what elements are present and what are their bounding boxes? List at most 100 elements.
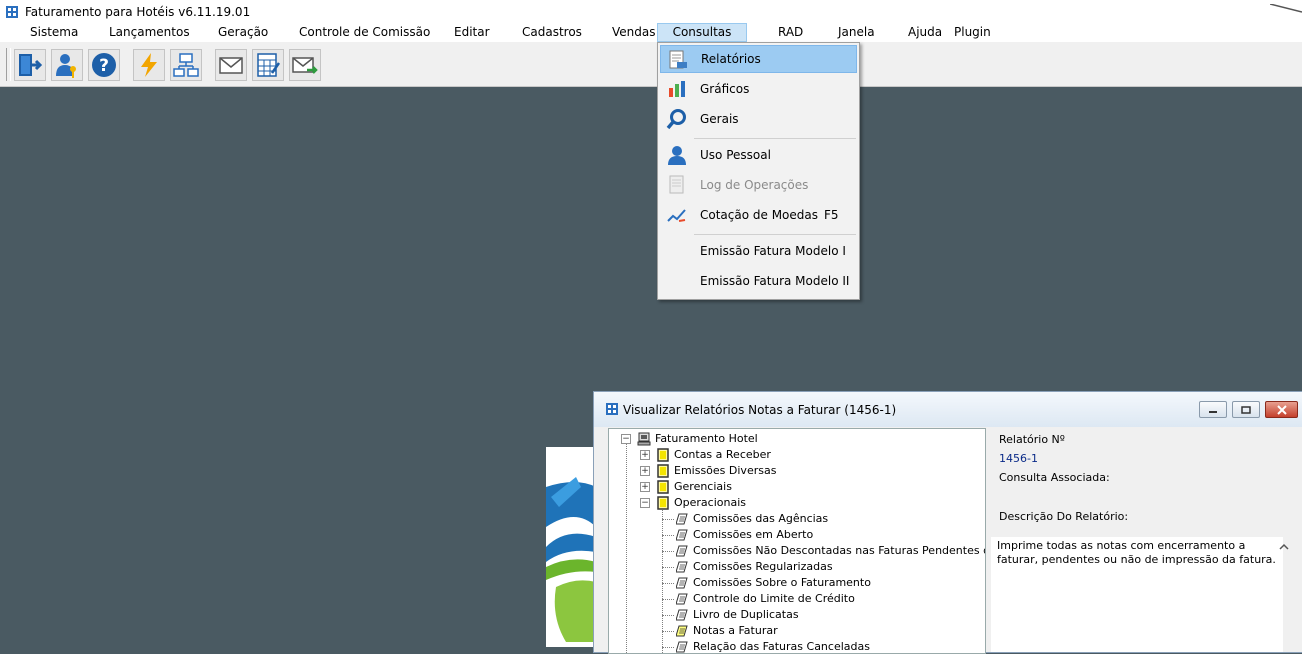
menu-item-shortcut: F5 [824, 208, 839, 222]
exit-icon [19, 54, 43, 76]
report-doc-icon [676, 561, 688, 573]
menu-item-relatorios[interactable]: Relatórios [660, 45, 857, 73]
tree-node-label: Notas a Faturar [693, 624, 778, 637]
menu-item-label: Cotação de Moedas [700, 208, 819, 222]
magnifier-icon [666, 109, 686, 130]
close-icon [1276, 404, 1287, 415]
menu-controle-de-comissao[interactable]: Controle de Comissão [297, 24, 432, 41]
user-key-icon [56, 54, 76, 78]
window-edge-decoration [1270, 4, 1302, 13]
expand-toggle[interactable]: + [640, 466, 650, 476]
menu-consultas[interactable]: Consultas [657, 23, 747, 42]
description-textbox[interactable]: Imprime todas as notas com encerramento … [991, 537, 1283, 652]
app-title: Faturamento para Hotéis v6.11.19.01 [25, 4, 251, 19]
report-doc-selected-icon [676, 625, 688, 637]
report-doc-icon [676, 545, 688, 557]
mail-forward-button[interactable] [289, 49, 321, 81]
report-window-title-bar[interactable]: Visualizar Relatórios Notas a Faturar (1… [594, 392, 1302, 427]
minimize-button[interactable] [1199, 401, 1227, 418]
report-doc-icon [676, 609, 688, 621]
menu-lancamentos[interactable]: Lançamentos [107, 24, 192, 41]
menu-vendas[interactable]: Vendas [610, 24, 658, 41]
palm-logo-image [546, 477, 596, 642]
process-button[interactable] [133, 49, 165, 81]
tree-node-label: Faturamento Hotel [655, 432, 758, 445]
menu-item-label: Relatórios [701, 52, 761, 66]
report-doc-icon [676, 513, 688, 525]
mail-forward-icon [292, 57, 318, 74]
help-icon: ? [92, 53, 116, 77]
menu-item-emissao-fatura-modelo-2[interactable]: Emissão Fatura Modelo II [660, 267, 857, 295]
help-button[interactable]: ? [88, 49, 120, 81]
menu-item-label: Log de Operações [700, 178, 809, 192]
mail-button[interactable] [215, 49, 247, 81]
toolbar-grip[interactable] [6, 48, 11, 81]
tree-guide-line [626, 443, 627, 653]
tree-node-label: Operacionais [674, 496, 747, 509]
tree-node-label: Comissões Sobre o Faturamento [693, 576, 871, 589]
menu-item-label: Uso Pessoal [700, 148, 771, 162]
report-viewer-window: Visualizar Relatórios Notas a Faturar (1… [593, 391, 1302, 654]
tree-node-label: Controle do Limite de Crédito [693, 592, 855, 605]
tree-node-label: Comissões Regularizadas [693, 560, 833, 573]
menu-bar: Sistema Lançamentos Geração Controle de … [0, 23, 1302, 43]
folder-icon [657, 480, 669, 494]
menu-separator [694, 138, 856, 139]
log-icon [669, 175, 684, 194]
report-icon [669, 50, 687, 69]
collapse-toggle[interactable]: − [621, 434, 631, 444]
user-access-button[interactable] [51, 49, 83, 81]
report-window-title: Visualizar Relatórios Notas a Faturar (1… [623, 403, 897, 417]
menu-item-cotacao-de-moedas[interactable]: Cotação de Moedas F5 [660, 201, 857, 229]
folder-icon [657, 464, 669, 478]
scroll-up-icon[interactable] [1279, 542, 1289, 552]
folder-icon [657, 496, 669, 510]
report-tree[interactable]: − Faturamento Hotel + Contas a Receber +… [608, 428, 986, 654]
menu-plugin[interactable]: Plugin [952, 24, 993, 41]
tree-node-label: Contas a Receber [674, 448, 771, 461]
expand-toggle[interactable]: + [640, 482, 650, 492]
person-icon [668, 146, 686, 165]
minimize-icon [1209, 410, 1217, 413]
report-doc-icon [676, 641, 688, 653]
menu-sistema[interactable]: Sistema [28, 24, 80, 41]
menu-item-graficos[interactable]: Gráficos [660, 75, 857, 103]
lightning-icon [141, 53, 157, 77]
menu-item-label: Emissão Fatura Modelo II [700, 274, 850, 288]
exit-button[interactable] [14, 49, 46, 81]
background-logo [546, 447, 596, 647]
currency-chart-icon [667, 209, 686, 222]
menu-geracao[interactable]: Geração [216, 24, 270, 41]
close-button[interactable] [1265, 401, 1298, 418]
menu-cadastros[interactable]: Cadastros [520, 24, 584, 41]
restore-button[interactable] [1232, 401, 1260, 418]
consultas-dropdown-menu: Relatórios Gráficos Gerais Uso Pessoal L… [657, 42, 860, 300]
menu-editar[interactable]: Editar [452, 24, 492, 41]
menu-janela[interactable]: Janela [836, 24, 877, 41]
menu-item-label: Gerais [700, 112, 739, 126]
report-doc-icon [676, 593, 688, 605]
expand-toggle[interactable]: + [640, 450, 650, 460]
calculator-button[interactable] [252, 49, 284, 81]
tree-node-label: Livro de Duplicatas [693, 608, 799, 621]
menu-item-label: Gráficos [700, 82, 750, 96]
menu-separator [694, 234, 856, 235]
menu-item-log-de-operacoes: Log de Operações [660, 171, 857, 199]
svg-text:?: ? [99, 56, 109, 76]
window-app-icon [606, 403, 618, 415]
description-label: Descrição Do Relatório: [999, 510, 1129, 523]
menu-item-label: Emissão Fatura Modelo I [700, 244, 846, 258]
tree-node-label: Gerenciais [674, 480, 732, 493]
menu-item-uso-pessoal[interactable]: Uso Pessoal [660, 141, 857, 169]
menu-item-emissao-fatura-modelo-1[interactable]: Emissão Fatura Modelo I [660, 237, 857, 265]
menu-item-gerais[interactable]: Gerais [660, 105, 857, 133]
report-number-label: Relatório Nº [999, 433, 1065, 446]
app-icon [6, 5, 18, 18]
mail-icon [219, 57, 243, 74]
menu-rad[interactable]: RAD [776, 24, 805, 41]
folder-icon [657, 448, 669, 462]
menu-ajuda[interactable]: Ajuda [906, 24, 944, 41]
collapse-toggle[interactable]: − [640, 498, 650, 508]
app-title-bar: Faturamento para Hotéis v6.11.19.01 [0, 0, 1302, 23]
structure-button[interactable] [170, 49, 202, 81]
